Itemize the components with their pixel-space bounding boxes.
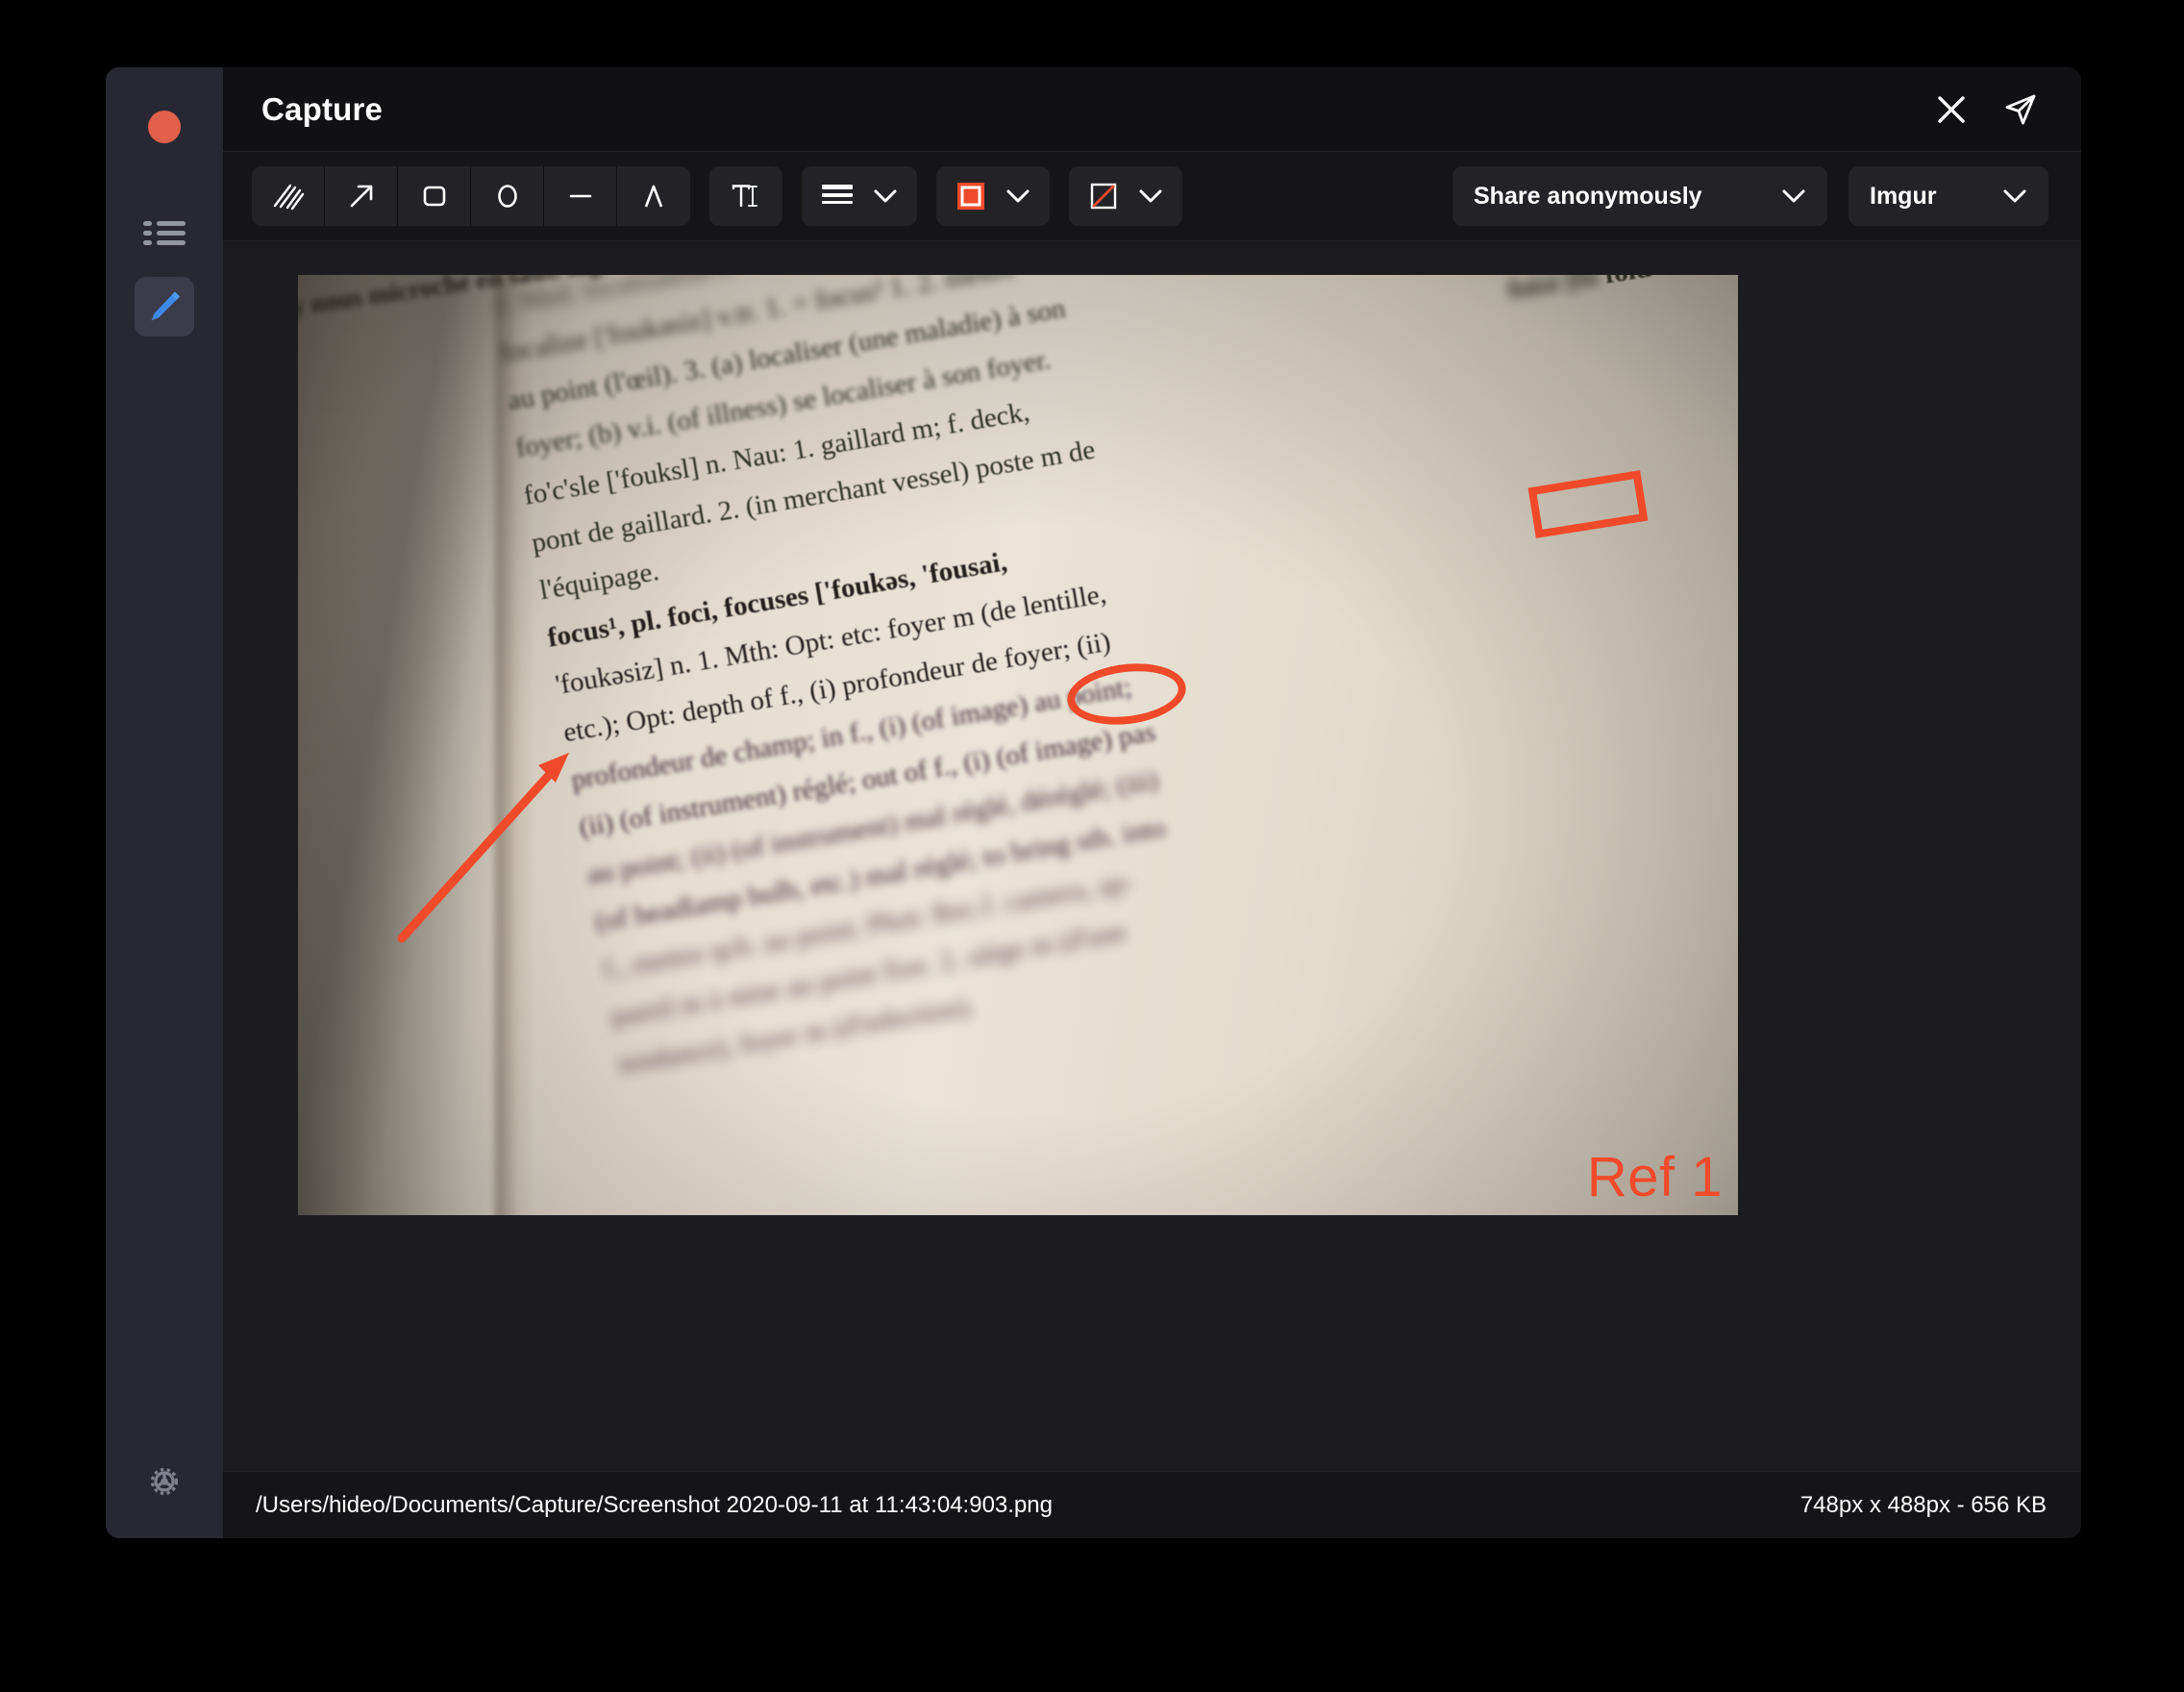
- list-icon: [143, 220, 186, 247]
- tool-freehand[interactable]: [252, 166, 325, 226]
- text-cursor-icon: [730, 181, 762, 212]
- dict-line: 2.: [1663, 275, 1688, 281]
- stroke-color-combo[interactable]: [936, 166, 1050, 226]
- chevron-down-icon: [1138, 187, 1163, 205]
- close-icon: [1935, 93, 1968, 126]
- tool-arrow[interactable]: [325, 166, 398, 226]
- chevron-down-icon: [1781, 187, 1806, 205]
- main-pane: Capture: [223, 67, 2081, 1538]
- app-logo-icon: [148, 111, 181, 143]
- sidebar: [106, 67, 223, 1538]
- book-shadow: [298, 275, 505, 1215]
- chevron-down-icon: [1005, 187, 1030, 205]
- tool-line[interactable]: [544, 166, 617, 226]
- toolbar: Share anonymously Imgur: [223, 152, 2081, 241]
- tool-ellipse[interactable]: [471, 166, 544, 226]
- sidebar-item-settings[interactable]: [135, 1452, 194, 1511]
- share-service-select[interactable]: Imgur: [1849, 166, 2048, 226]
- share-service-value: Imgur: [1870, 183, 1936, 211]
- arrow-up-right-icon: [346, 181, 377, 212]
- sidebar-item-annotate[interactable]: [135, 277, 194, 336]
- file-path-label: /Users/hideo/Documents/Capture/Screensho…: [256, 1492, 1053, 1519]
- shape-tool-group: [252, 166, 690, 226]
- fill-color-combo[interactable]: [1069, 166, 1182, 226]
- statusbar: /Users/hideo/Documents/Capture/Screensho…: [223, 1471, 2081, 1538]
- chevron-down-icon: [873, 187, 898, 205]
- tool-counter[interactable]: [617, 166, 690, 226]
- file-meta-label: 748px x 488px - 656 KB: [1800, 1492, 2047, 1519]
- chevron-down-icon: [2002, 187, 2027, 205]
- dict-line: microche: [366, 275, 471, 310]
- gear-icon: [144, 1461, 185, 1502]
- line-weight-combo[interactable]: [802, 166, 917, 226]
- no-fill-diagonal-icon: [1088, 181, 1119, 212]
- dict-line: fold¹: [1602, 275, 1661, 290]
- sidebar-item-history[interactable]: [135, 204, 194, 263]
- screenshot-image[interactable]: y nous microche en saut. idge F. pont (d…: [298, 275, 1738, 1215]
- share-mode-value: Share anonymously: [1474, 183, 1702, 211]
- capture-window: Capture: [106, 67, 2081, 1538]
- line-icon: [565, 181, 596, 212]
- page-title: Capture: [261, 91, 383, 128]
- square-outline-icon: [956, 181, 986, 212]
- send-button[interactable]: [1993, 82, 2048, 137]
- ellipse-icon: [492, 181, 523, 212]
- caret-measure-icon: [638, 181, 669, 212]
- titlebar: Capture: [223, 67, 2081, 152]
- lines-stack-icon: [821, 183, 854, 210]
- dict-line: y nous: [298, 283, 364, 321]
- pencil-icon: [145, 287, 184, 326]
- share-mode-select[interactable]: Share anonymously: [1452, 166, 1827, 226]
- canvas-area[interactable]: y nous microche en saut. idge F. pont (d…: [223, 241, 2081, 1471]
- dict-line: to br: [1691, 275, 1738, 276]
- tool-rectangle[interactable]: [398, 166, 471, 226]
- rectangle-icon: [419, 181, 450, 212]
- scribble-icon: [271, 182, 306, 211]
- send-icon: [2002, 91, 2039, 128]
- close-button[interactable]: [1923, 82, 1979, 137]
- tool-text[interactable]: [709, 166, 782, 226]
- dict-line: foist [fo: [1506, 275, 1601, 305]
